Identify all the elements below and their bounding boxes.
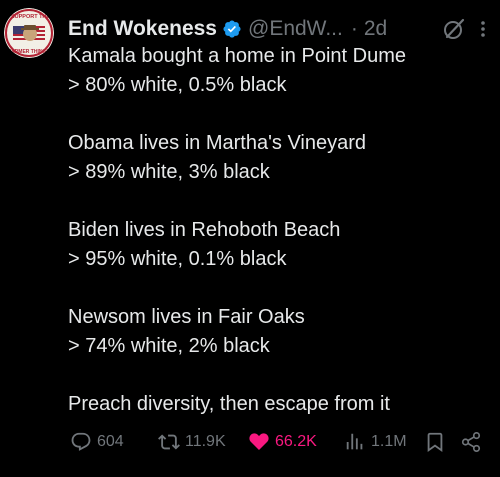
reply-button[interactable]: 604 (70, 428, 124, 456)
avatar-badge-icon: I SUPPORT THE FARMER THINGS (4, 8, 54, 58)
repost-icon (158, 434, 180, 450)
reply-count: 604 (97, 433, 124, 450)
like-count: 66.2K (275, 433, 317, 450)
reply-icon (71, 432, 91, 451)
avatar-top-text: I SUPPORT THE (8, 14, 51, 20)
repost-count: 11.9K (185, 433, 226, 450)
bookmark-icon (427, 432, 443, 453)
tweet-line: > 95% white, 0.1% black (68, 248, 287, 270)
tweet-line: Newsom lives in Fair Oaks (68, 306, 305, 328)
like-button[interactable]: 66.2K (248, 428, 317, 456)
author-avatar[interactable]: I SUPPORT THE FARMER THINGS (4, 8, 54, 58)
separator-dot: · (350, 17, 358, 40)
tweet-line: Preach diversity, then escape from it (68, 393, 390, 415)
tweet-line: > 80% white, 0.5% black (68, 74, 287, 96)
share-icon (461, 432, 481, 452)
views-chart-icon (346, 433, 363, 450)
heart-icon (249, 433, 269, 450)
views-button[interactable]: 1.1M (344, 428, 407, 456)
author-name[interactable]: End Wokeness (68, 17, 217, 41)
tweet-line: Obama lives in Martha's Vineyard (68, 132, 367, 154)
tweet-line: Kamala bought a home in Point Dume (68, 45, 406, 67)
tweet-header: End Wokeness @EndW... · 2d (68, 16, 490, 42)
verified-badge-icon[interactable] (222, 19, 242, 39)
tweet-line: > 74% white, 2% black (68, 335, 270, 357)
share-button[interactable] (460, 428, 482, 456)
tweet-actions: 604 11.9K 66.2K 1.1M (70, 428, 490, 456)
post-time[interactable]: 2d (364, 17, 387, 41)
tweet-text: Kamala bought a home in Point Dume > 80%… (68, 42, 493, 419)
tweet-line: Biden lives in Rehoboth Beach (68, 219, 341, 241)
bookmark-button[interactable] (424, 428, 446, 456)
views-count: 1.1M (371, 433, 407, 450)
tweet-line: > 89% white, 3% black (68, 161, 270, 183)
avatar-bottom-text: FARMER THINGS (8, 49, 50, 55)
author-handle[interactable]: @EndW... (248, 17, 343, 41)
repost-button[interactable]: 11.9K (158, 428, 226, 456)
